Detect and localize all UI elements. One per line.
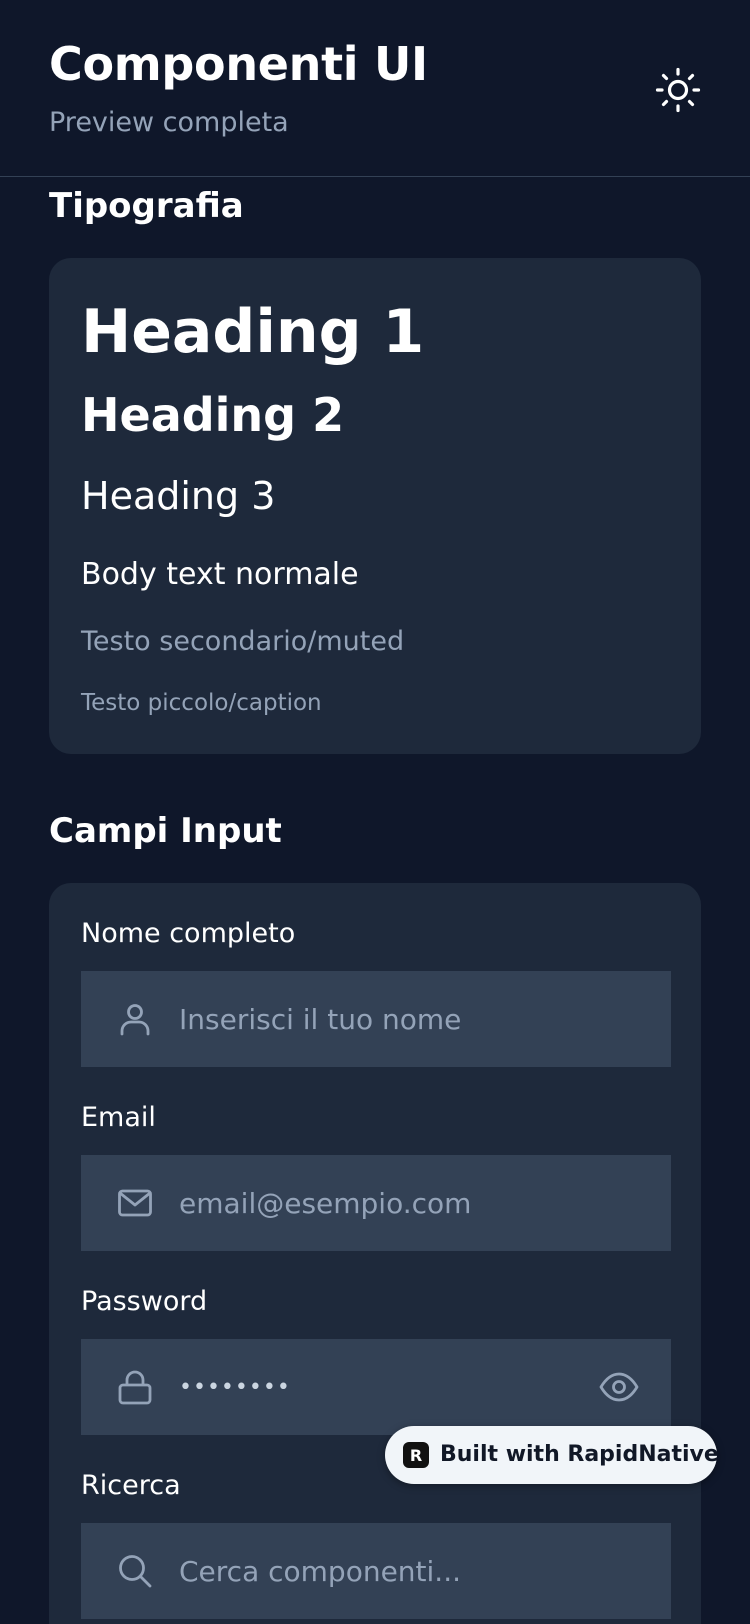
lock-icon (118, 1370, 152, 1405)
password-field[interactable] (81, 1339, 671, 1435)
search-field-label: Ricerca (81, 1470, 181, 1501)
screen: Componenti UI Preview completa Tipografi… (0, 0, 750, 1624)
name-field-label: Nome completo (81, 918, 296, 949)
email-input[interactable] (179, 1155, 579, 1251)
page-title: Componenti UI (49, 37, 428, 91)
search-field[interactable] (81, 1523, 671, 1619)
password-field-label: Password (81, 1286, 208, 1317)
rapidnative-logo-icon: R (403, 1442, 429, 1468)
caption-text-sample: Testo piccolo/caption (81, 690, 322, 716)
muted-text-sample: Testo secondario/muted (81, 626, 405, 657)
heading-2-sample: Heading 2 (81, 388, 345, 442)
heading-3-sample: Heading 3 (81, 474, 276, 518)
badge-label: Built with RapidNative (440, 1442, 719, 1467)
name-field[interactable] (81, 971, 671, 1067)
mail-icon (118, 1189, 152, 1217)
sun-icon (655, 67, 701, 113)
page-subtitle: Preview completa (49, 107, 289, 138)
user-icon (120, 1004, 150, 1036)
heading-1-sample: Heading 1 (81, 297, 425, 367)
section-title-typography: Tipografia (49, 186, 244, 226)
password-input[interactable] (179, 1339, 579, 1435)
email-field[interactable] (81, 1155, 671, 1251)
name-input[interactable] (179, 971, 579, 1067)
section-title-inputs: Campi Input (49, 811, 282, 851)
inputs-card: Nome completo Email Password (49, 883, 701, 1624)
search-input[interactable] (179, 1523, 579, 1619)
typography-card: Heading 1 Heading 2 Heading 3 Body text … (49, 258, 701, 754)
search-icon (119, 1555, 152, 1588)
email-field-label: Email (81, 1102, 156, 1133)
eye-icon[interactable] (599, 1367, 639, 1407)
built-with-badge[interactable]: R Built with RapidNative (385, 1426, 719, 1484)
body-text-sample: Body text normale (81, 557, 359, 592)
theme-toggle-button[interactable] (652, 64, 704, 116)
app-header: Componenti UI Preview completa (0, 0, 750, 177)
